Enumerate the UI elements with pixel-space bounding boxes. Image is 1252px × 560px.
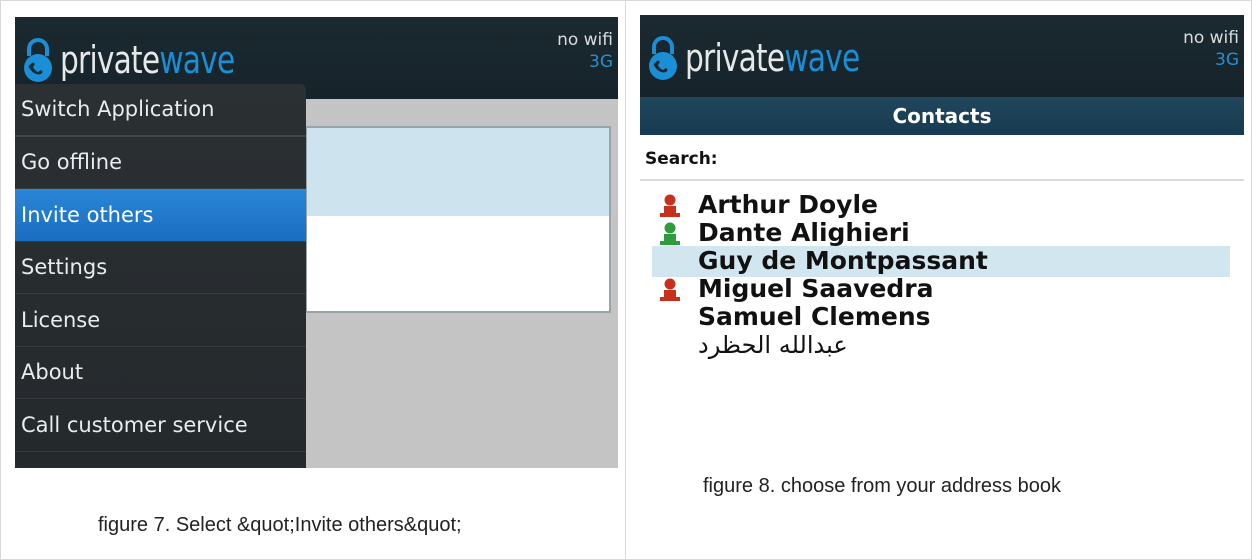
contact-row[interactable]: Miguel Saavedra bbox=[640, 275, 1244, 303]
privatewave-logo: privatewave bbox=[21, 35, 284, 85]
wifi-status: no wifi bbox=[1183, 28, 1239, 48]
figure-8-caption: figure 8. choose from your address book bbox=[703, 475, 1061, 497]
menu-item-license[interactable]: License bbox=[15, 294, 306, 347]
person-red-icon bbox=[660, 194, 680, 217]
lock-phone-icon bbox=[649, 36, 677, 80]
menu-item-call-customer-service[interactable]: Call customer service bbox=[15, 399, 306, 452]
brand-name: privatewave bbox=[60, 38, 235, 82]
background-list-card bbox=[305, 126, 611, 313]
page-title: Contacts bbox=[892, 104, 992, 128]
brand-word-private: private bbox=[60, 38, 160, 82]
privatewave-logo: privatewave bbox=[646, 33, 909, 83]
contact-row[interactable]: Dante Alighieri bbox=[640, 219, 1244, 247]
contact-name: Guy de Montpassant bbox=[698, 246, 988, 275]
contact-list: Arthur Doyle Dante Alighieri Guy de Mont… bbox=[640, 191, 1244, 359]
contacts-title-bar: Contacts bbox=[640, 97, 1244, 135]
contact-row[interactable]: Arthur Doyle bbox=[640, 191, 1244, 219]
connection-status: no wifi 3G bbox=[557, 29, 613, 73]
brand-name: privatewave bbox=[685, 36, 860, 80]
background-selected-row bbox=[307, 128, 609, 216]
contact-name: عبدالله الحظرد bbox=[698, 331, 848, 359]
search-field[interactable]: Search: bbox=[640, 135, 1244, 181]
contact-row[interactable]: Samuel Clemens bbox=[640, 303, 1244, 331]
wifi-status: no wifi bbox=[557, 30, 613, 50]
menu-item-go-offline[interactable]: Go offline bbox=[15, 137, 306, 189]
figure-7-cell: privatewave no wifi 3G Switch Applicatio… bbox=[0, 0, 626, 560]
contact-name: Arthur Doyle bbox=[698, 190, 879, 219]
brand-word-wave: wave bbox=[159, 38, 235, 82]
contact-name: Dante Alighieri bbox=[698, 218, 910, 247]
contact-name: Miguel Saavedra bbox=[698, 274, 934, 303]
lock-phone-icon bbox=[24, 38, 52, 82]
menu-item-settings[interactable]: Settings bbox=[15, 242, 306, 294]
brand-word-wave: wave bbox=[784, 36, 860, 80]
menu-item-switch-application[interactable]: Switch Application bbox=[15, 84, 306, 137]
figure-7-screenshot: privatewave no wifi 3G Switch Applicatio… bbox=[15, 17, 618, 468]
brand-word-private: private bbox=[685, 36, 785, 80]
person-green-icon bbox=[660, 222, 680, 245]
connection-status: no wifi 3G bbox=[1183, 27, 1239, 71]
contact-name: Samuel Clemens bbox=[698, 302, 931, 331]
app-titlebar: privatewave no wifi 3G bbox=[640, 15, 1244, 97]
person-red-icon bbox=[660, 278, 680, 301]
contact-row-selected[interactable]: Guy de Montpassant bbox=[640, 246, 1244, 277]
search-label: Search: bbox=[645, 149, 718, 169]
figure-8-screenshot: privatewave no wifi 3G Contacts Search: … bbox=[640, 15, 1244, 467]
network-status: 3G bbox=[1215, 50, 1239, 70]
figure-7-caption: figure 7. Select &quot;Invite others&quo… bbox=[98, 514, 462, 536]
app-menu[interactable]: Switch Application Go offline Invite oth… bbox=[15, 84, 306, 468]
menu-item-about[interactable]: About bbox=[15, 347, 306, 399]
contact-row[interactable]: عبدالله الحظرد bbox=[640, 331, 1244, 359]
menu-item-invite-others[interactable]: Invite others bbox=[15, 189, 306, 242]
network-status: 3G bbox=[589, 52, 613, 72]
